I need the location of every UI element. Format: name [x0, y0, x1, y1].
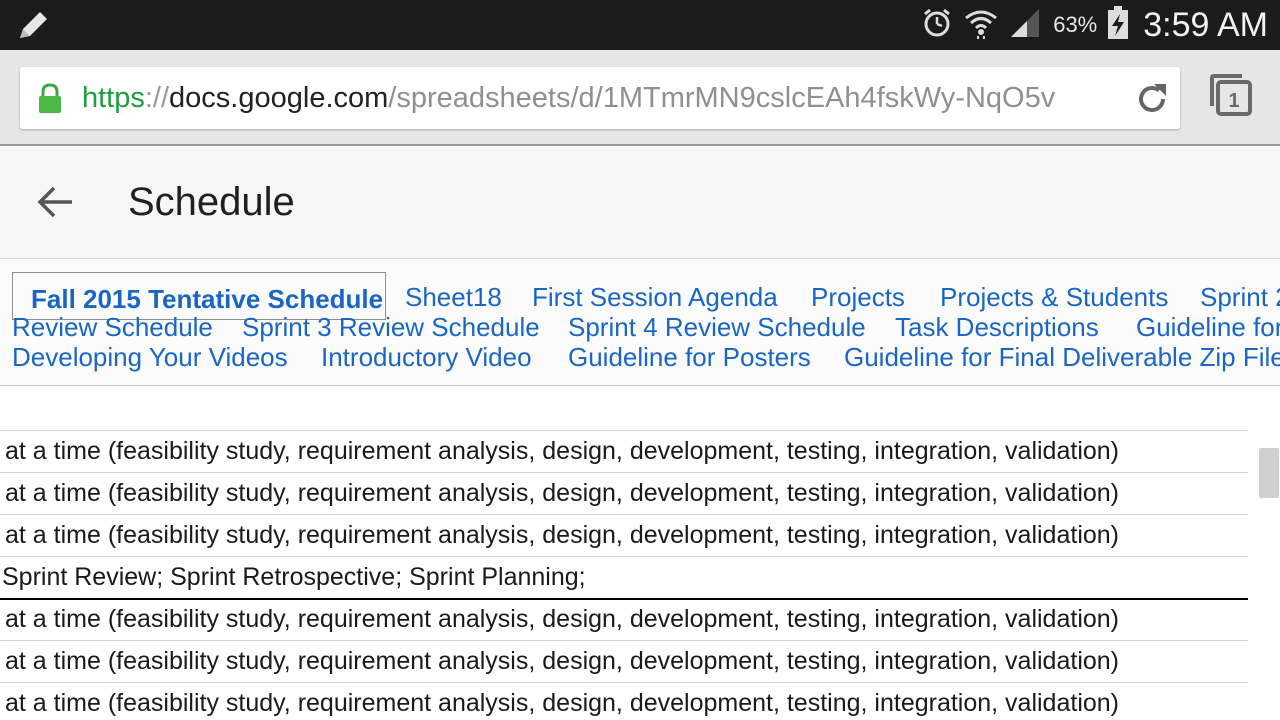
sheet-tab-row-1: Sheet18 First Session Agenda Projects Pr…	[0, 282, 1280, 312]
table-row[interactable]: at a time (feasibility study, requiremen…	[0, 473, 1248, 515]
sheet-tab-guideline-final-zip[interactable]: Guideline for Final Deliverable Zip File	[844, 342, 1280, 372]
reload-icon[interactable]	[1134, 81, 1170, 122]
clock: 3:59 AM	[1143, 5, 1268, 44]
tab-count: 1	[1228, 90, 1239, 112]
url-host: docs.google.com	[169, 82, 389, 114]
cell-text: Sprint Review; Sprint Retrospective; Spr…	[2, 563, 586, 591]
table-row[interactable]: Sprint Review; Sprint Retrospective; Spr…	[0, 557, 1248, 600]
sheet-tab-sprint-3-review[interactable]: Sprint 3 Review Schedule	[242, 312, 540, 342]
back-arrow-icon[interactable]	[36, 184, 76, 225]
sheet-tab-sheet18[interactable]: Sheet18	[405, 282, 502, 312]
wifi-icon	[963, 7, 999, 44]
url-path: /spreadsheets/d/1MTmrMN9cslcEAh4fskWy-Nq…	[388, 82, 1056, 114]
pencil-icon	[16, 8, 52, 47]
sheet-tab-introductory-video[interactable]: Introductory Video	[321, 342, 532, 372]
table-row[interactable]: at a time (feasibility study, requiremen…	[0, 641, 1248, 683]
address-bar[interactable]: https://docs.google.com/spreadsheets/d/1…	[20, 67, 1180, 129]
sheet-tab-review-schedule[interactable]: Review Schedule	[12, 312, 213, 342]
cell-text: at a time (feasibility study, requiremen…	[5, 689, 1120, 717]
cell-text: at a time (feasibility study, requiremen…	[5, 647, 1120, 675]
cell-text: at a time (feasibility study, requiremen…	[5, 437, 1120, 465]
url-scheme: https	[82, 82, 145, 114]
sheet-tab-task-descriptions[interactable]: Task Descriptions	[895, 312, 1099, 342]
url-text[interactable]: https://docs.google.com/spreadsheets/d/1…	[82, 81, 1132, 115]
sheet-tab-guideline-for[interactable]: Guideline for	[1136, 312, 1280, 342]
table-row[interactable]: at a time (feasibility study, requiremen…	[0, 599, 1248, 641]
sheet-tab-projects[interactable]: Projects	[811, 282, 905, 312]
sheet-tab-sprint-2[interactable]: Sprint 2	[1200, 282, 1280, 312]
sheet-tab-sprint-4-review[interactable]: Sprint 4 Review Schedule	[568, 312, 866, 342]
cell-text: at a time (feasibility study, requiremen…	[5, 605, 1120, 633]
spreadsheet-grid: at a time (feasibility study, requiremen…	[0, 386, 1248, 720]
sheet-tab-bar: Fall 2015 Tentative Schedule Sheet18 Fir…	[0, 259, 1280, 386]
status-icons: 63% 3:59 AM	[911, 0, 1268, 50]
url-separator: ://	[144, 82, 170, 114]
sheet-tab-guideline-posters[interactable]: Guideline for Posters	[568, 342, 811, 372]
signal-icon	[1009, 7, 1043, 44]
sheet-tab-projects-students[interactable]: Projects & Students	[940, 282, 1168, 312]
table-row[interactable]: at a time (feasibility study, requiremen…	[0, 683, 1248, 720]
document-title: Schedule	[128, 180, 295, 224]
sheet-tab-row-3: Developing Your Videos Introductory Vide…	[0, 342, 1280, 372]
battery-percent: 63%	[1053, 12, 1098, 37]
sheet-tab-row-2: Review Schedule Sprint 3 Review Schedule…	[0, 312, 1280, 342]
tab-switcher-icon[interactable]: 1	[1208, 72, 1256, 125]
sheet-tab-developing-videos[interactable]: Developing Your Videos	[12, 342, 288, 372]
table-row[interactable]: at a time (feasibility study, requiremen…	[0, 431, 1248, 473]
cell-text: at a time (feasibility study, requiremen…	[5, 479, 1120, 507]
table-row[interactable]	[0, 389, 1248, 431]
sheet-tab-first-session-agenda[interactable]: First Session Agenda	[532, 282, 778, 312]
vertical-scrollbar[interactable]	[1259, 448, 1279, 498]
browser-toolbar: https://docs.google.com/spreadsheets/d/1…	[0, 50, 1280, 146]
cell-text: at a time (feasibility study, requiremen…	[5, 521, 1120, 549]
alarm-icon	[921, 7, 953, 44]
lock-icon	[36, 83, 64, 120]
document-header: Schedule	[0, 146, 1280, 259]
battery-charging-icon	[1107, 5, 1129, 45]
table-row[interactable]: at a time (feasibility study, requiremen…	[0, 515, 1248, 557]
status-bar: 63% 3:59 AM	[0, 0, 1280, 50]
